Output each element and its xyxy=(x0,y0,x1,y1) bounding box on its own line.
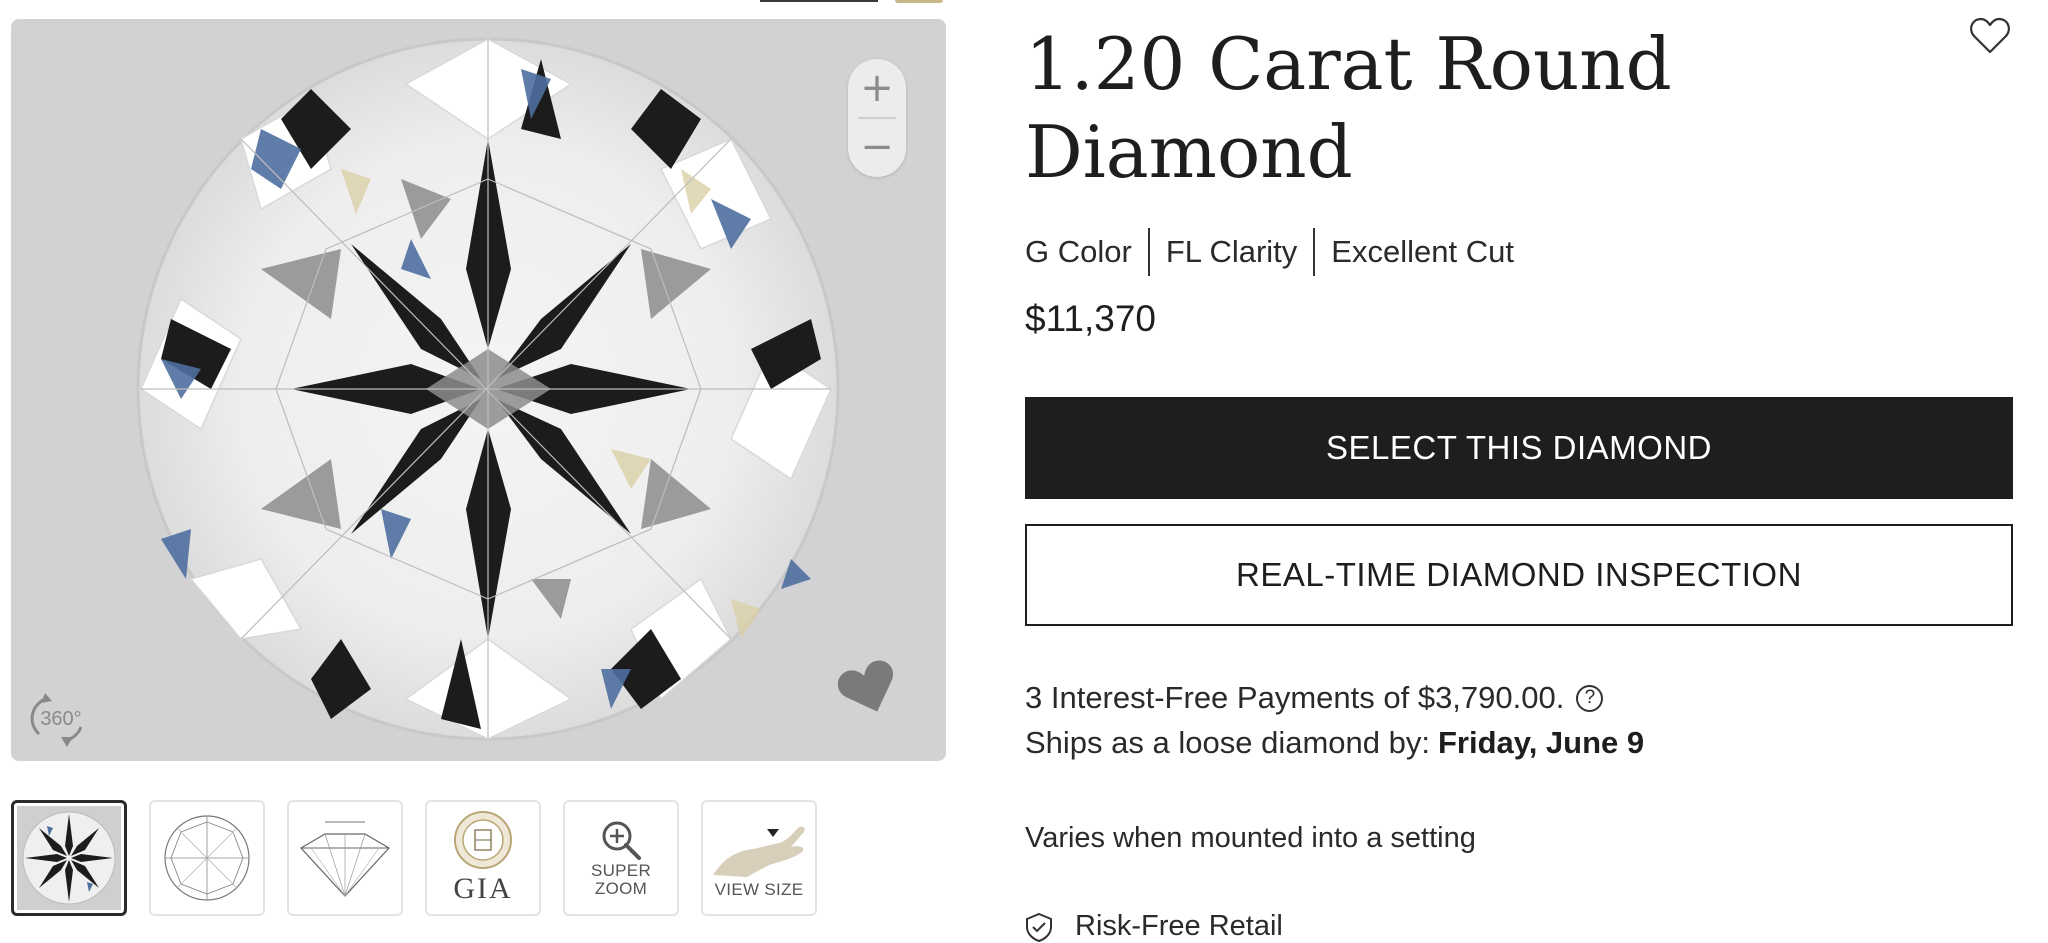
diamond-inspection-button[interactable]: REAL-TIME DIAMOND INSPECTION xyxy=(1025,524,2013,626)
gia-label: GIA xyxy=(453,872,513,905)
rotate-360-icon[interactable]: 360° xyxy=(25,689,95,749)
diamond-thumb-image xyxy=(17,806,121,910)
rotate-360-label: 360° xyxy=(40,708,81,730)
product-price: $11,370 xyxy=(1025,298,1156,339)
thumbnail-view-size[interactable]: VIEW SIZE xyxy=(701,800,817,916)
top-cropped-swatch[interactable] xyxy=(895,0,943,3)
super-zoom-label-line1: SUPER xyxy=(590,861,652,880)
diamond-image xyxy=(136,37,840,741)
zoom-out-icon[interactable]: − xyxy=(848,118,906,176)
view-size-label: VIEW SIZE xyxy=(714,880,804,899)
thumbnail-top-diagram[interactable] xyxy=(149,800,265,916)
zoom-control: + − xyxy=(848,59,906,177)
diamond-side-diagram-icon xyxy=(300,821,390,897)
shield-check-icon xyxy=(1026,912,1052,942)
wishlist-heart-outline-icon[interactable] xyxy=(1968,14,2012,58)
thumbnail-diamond-photo[interactable] xyxy=(11,800,127,916)
diamond-image-viewer[interactable]: + − 360° xyxy=(11,19,946,761)
gia-seal-icon xyxy=(454,811,512,869)
thumbnail-gia-certificate[interactable]: GIA xyxy=(425,800,541,916)
hand-icon xyxy=(713,826,805,877)
help-circle-icon[interactable]: ? xyxy=(1576,684,1604,712)
spec-cut: Excellent Cut xyxy=(1331,234,1514,269)
shipping-label: Ships as a loose diamond by: xyxy=(1025,725,1430,760)
heart-filled-icon xyxy=(837,660,893,712)
payment-info: 3 Interest-Free Payments of $3,790.00. ? xyxy=(1025,680,1604,716)
diamond-specs: G Color FL Clarity Excellent Cut xyxy=(1025,228,1530,276)
super-zoom-label-line2: ZOOM xyxy=(594,879,648,898)
mounting-note: Varies when mounted into a setting xyxy=(1025,822,1476,854)
magnifier-plus-icon xyxy=(602,821,641,860)
spec-color: G Color xyxy=(1025,234,1132,269)
thumbnail-side-diagram[interactable] xyxy=(287,800,403,916)
diamond-top-diagram-icon xyxy=(164,815,250,901)
payment-text: 3 Interest-Free Payments of $3,790.00. xyxy=(1025,680,1565,715)
risk-free-retail[interactable]: Risk-Free Retail xyxy=(1025,910,1283,943)
product-title: 1.20 Carat Round Diamond xyxy=(1025,22,1672,194)
thumbnail-super-zoom[interactable]: SUPER ZOOM xyxy=(563,800,679,916)
top-cropped-link[interactable] xyxy=(760,0,878,2)
shipping-date: Friday, June 9 xyxy=(1437,725,1645,760)
spec-clarity: FL Clarity xyxy=(1165,234,1298,269)
select-diamond-button[interactable]: SELECT THIS DIAMOND xyxy=(1025,397,2013,499)
risk-free-label: Risk-Free Retail xyxy=(1075,910,1283,942)
shipping-info: Ships as a loose diamond by: Friday, June… xyxy=(1025,725,1644,761)
zoom-in-icon[interactable]: + xyxy=(848,59,906,117)
